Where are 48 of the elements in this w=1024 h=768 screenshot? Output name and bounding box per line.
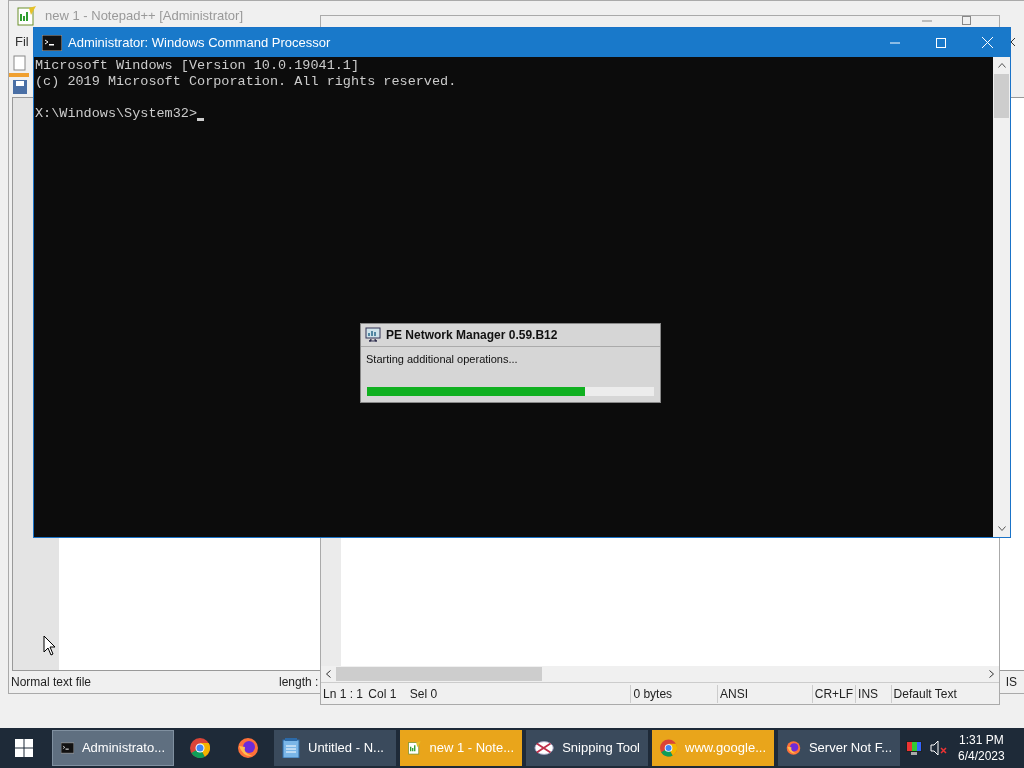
scrollbar-thumb[interactable] bbox=[336, 667, 542, 681]
chrome-icon bbox=[660, 738, 678, 758]
status-text: Sel 0 bbox=[408, 685, 439, 703]
status-text: INS bbox=[855, 684, 891, 703]
scroll-right-icon[interactable] bbox=[989, 670, 994, 678]
scroll-left-icon[interactable] bbox=[326, 670, 331, 678]
taskbar-button[interactable]: Snipping Tool bbox=[526, 730, 648, 766]
scrollbar-thumb[interactable] bbox=[994, 74, 1009, 118]
scroll-up-icon[interactable] bbox=[997, 63, 1006, 68]
chrome-icon bbox=[190, 738, 210, 758]
status-text: 0 bytes bbox=[630, 684, 718, 703]
status-text: Normal text file bbox=[10, 674, 93, 691]
scroll-down-icon[interactable] bbox=[997, 526, 1006, 531]
status-text: Col 1 bbox=[367, 685, 398, 703]
cursor-icon bbox=[43, 635, 57, 657]
clock-time[interactable]: 1:31 PM bbox=[959, 732, 1004, 748]
console-line: Microsoft Windows [Version 10.0.19041.1] bbox=[35, 58, 361, 74]
status-text: IS bbox=[1005, 674, 1017, 691]
clock-date[interactable]: 6/4/2023 bbox=[958, 748, 1005, 764]
notepad-plus-icon bbox=[17, 6, 37, 26]
status-text: CR+LF bbox=[811, 684, 856, 703]
window-title: Administrator: Windows Command Processor bbox=[68, 33, 331, 52]
status-text: Default Text bbox=[890, 684, 999, 703]
menu-item[interactable]: Fil bbox=[15, 32, 29, 52]
status-text: length : bbox=[279, 674, 319, 691]
save-icon bbox=[13, 80, 27, 94]
maximize-icon[interactable] bbox=[962, 16, 971, 25]
scissors-icon bbox=[534, 739, 555, 757]
console-prompt: X:\Windows\System32> bbox=[35, 106, 198, 122]
window-title: new 1 - Notepad++ [Administrator] bbox=[45, 7, 243, 26]
dialog-title: PE Network Manager 0.59.B12 bbox=[386, 327, 558, 344]
text-cursor bbox=[197, 118, 205, 121]
windows-logo-icon bbox=[15, 739, 33, 757]
taskbar-button[interactable]: Administrato... bbox=[52, 730, 174, 766]
status-text: Ln 1 : 1 bbox=[322, 685, 365, 703]
taskbar-button[interactable]: Untitled - N... bbox=[274, 730, 396, 766]
speaker-icon[interactable] bbox=[930, 740, 948, 756]
dialog-message: Starting additional operations... bbox=[365, 352, 519, 367]
display-icon[interactable] bbox=[906, 741, 922, 755]
status-text: ANSI bbox=[717, 684, 812, 703]
notepad-plus-icon bbox=[408, 738, 422, 758]
console-icon bbox=[42, 34, 62, 51]
taskbar-button[interactable]: Server Not F... bbox=[778, 730, 900, 766]
monitor-icon bbox=[365, 327, 381, 343]
notepad-icon bbox=[282, 738, 300, 758]
console-line: (c) 2019 Microsoft Corporation. All rights reserved. bbox=[35, 74, 458, 90]
console-icon bbox=[61, 740, 74, 756]
firefox-icon bbox=[237, 737, 259, 759]
